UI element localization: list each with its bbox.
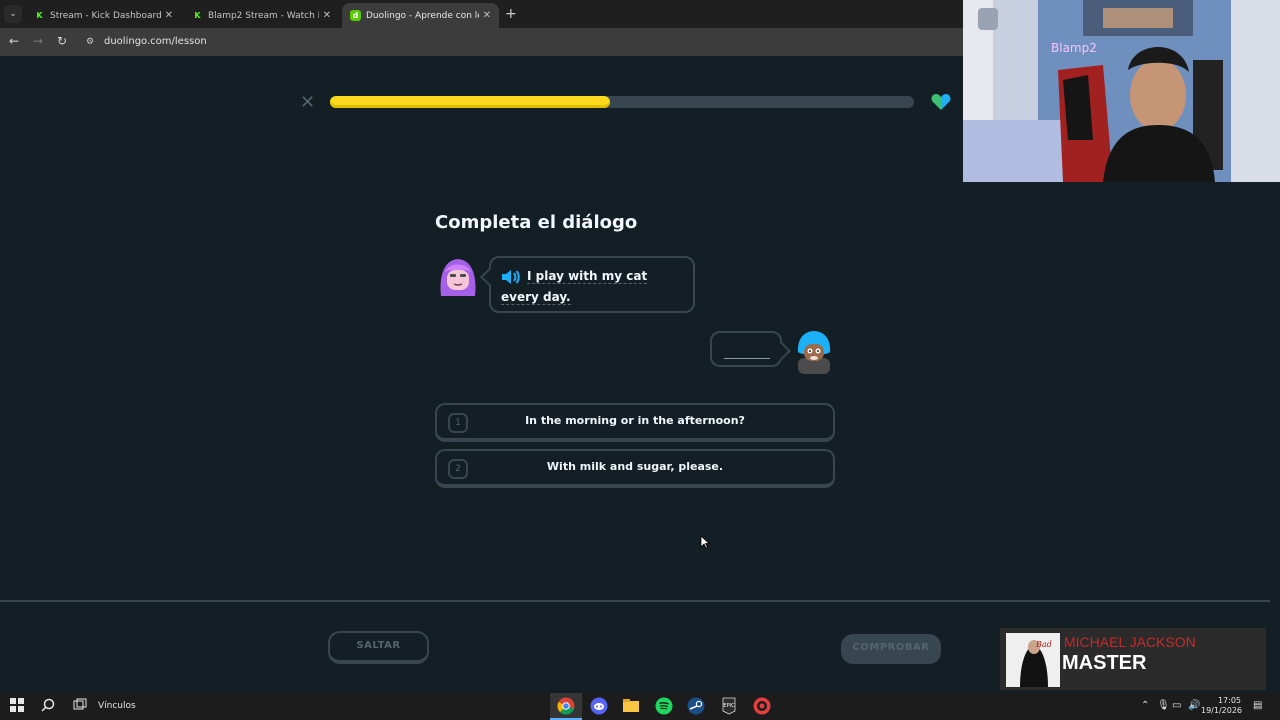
tab-label: Blamp2 Stream - Watch Live on (208, 10, 319, 21)
tab-duolingo[interactable]: d Duolingo - Aprende con leccio ✕ (342, 3, 499, 28)
site-info-icon[interactable]: ⚙ (86, 37, 96, 47)
system-clock[interactable]: 17:05 19/1/2026 (1201, 696, 1243, 716)
url-field[interactable]: duolingo.com/lesson (104, 36, 207, 47)
now-playing-widget: Bad MICHAEL JACKSON MASTER (1000, 628, 1266, 690)
footer-divider (0, 600, 1270, 602)
clock-date: 19/1/2026 (1201, 706, 1243, 715)
progress-fill (330, 96, 611, 108)
new-tab-button[interactable]: + (505, 6, 517, 22)
dialogue-bubble-prompt: I play with my cat every day. (489, 256, 695, 313)
mouse-cursor-icon (700, 535, 710, 549)
tab-label: Duolingo - Aprende con leccio (366, 10, 479, 21)
album-cover-image: Bad (1006, 633, 1060, 687)
character-oscar-avatar (797, 331, 831, 374)
challenge-title: Completa el diálogo (435, 212, 638, 233)
reload-icon[interactable]: ↻ (57, 34, 67, 48)
chrome-icon[interactable] (557, 697, 575, 715)
character-lily-avatar (440, 259, 476, 296)
answer-bubble (710, 331, 782, 367)
windows-start-icon[interactable] (8, 698, 25, 715)
file-explorer-icon[interactable] (622, 697, 640, 715)
discord-icon[interactable] (590, 697, 608, 715)
epic-games-icon[interactable]: EPIC (720, 697, 738, 715)
tab-label: Stream - Kick Dashboard (50, 10, 161, 21)
skip-button[interactable]: SALTAR (328, 631, 429, 664)
windows-taskbar: Vínculos EPIC ⌃ 🎙 ▭ 🔊 17:05 19/1/2026 ▤ (0, 693, 1280, 720)
webcam-overlay: Blamp2 (963, 0, 1280, 182)
steam-icon[interactable] (687, 697, 705, 715)
links-toolbar-label[interactable]: Vínculos (98, 701, 136, 711)
svg-text:Bad: Bad (1035, 640, 1052, 649)
speaker-icon[interactable] (501, 269, 521, 285)
back-arrow-icon[interactable]: ← (9, 34, 19, 48)
close-tab-icon[interactable]: ✕ (165, 10, 173, 21)
clock-time: 17:05 (1217, 696, 1241, 705)
close-tab-icon[interactable]: ✕ (323, 10, 331, 21)
answer-option-2[interactable]: 2 With milk and sugar, please. (435, 449, 835, 488)
answer-option-1[interactable]: 1 In the morning or in the afternoon? (435, 403, 835, 442)
network-icon[interactable]: ▭ (1172, 700, 1181, 711)
notifications-icon[interactable]: ▤ (1253, 700, 1262, 711)
now-playing-artist: MICHAEL JACKSON (1064, 634, 1196, 650)
svg-text:Blamp2: Blamp2 (1051, 41, 1097, 55)
tab-kick-dashboard[interactable]: K Stream - Kick Dashboard ✕ (26, 3, 181, 28)
tab-blamp2-stream[interactable]: K Blamp2 Stream - Watch Live on ✕ (184, 3, 339, 28)
forward-arrow-icon[interactable]: → (33, 34, 43, 48)
heart-icon (931, 94, 951, 110)
now-playing-song: MASTER (1062, 652, 1147, 674)
obs-record-icon[interactable] (753, 697, 771, 715)
lesson-progress-bar (330, 96, 914, 108)
svg-text:EPIC: EPIC (723, 703, 735, 709)
close-lesson-icon[interactable]: ✕ (300, 92, 315, 113)
show-hidden-icons-icon[interactable]: ⌃ (1141, 700, 1149, 711)
volume-icon[interactable]: 🔊 (1188, 700, 1200, 711)
tab-search-button[interactable]: ⌄ (4, 5, 22, 23)
search-icon[interactable] (39, 698, 56, 715)
kick-icon: K (192, 10, 203, 21)
close-tab-icon[interactable]: ✕ (483, 10, 491, 21)
option-text: With milk and sugar, please. (546, 460, 724, 473)
option-text: In the morning or in the afternoon? (525, 414, 745, 427)
spotify-icon[interactable] (655, 697, 673, 715)
answer-blank (724, 358, 770, 359)
prompt-text[interactable]: I play with my cat every day. (501, 269, 648, 305)
check-button[interactable]: COMPROBAR (841, 634, 941, 664)
task-view-icon[interactable] (71, 698, 88, 715)
kick-icon: K (34, 10, 45, 21)
prompt-sentence[interactable]: I play with my cat every day. (501, 269, 648, 305)
microphone-icon[interactable]: 🎙 (1157, 700, 1170, 711)
duolingo-icon: d (350, 10, 361, 21)
